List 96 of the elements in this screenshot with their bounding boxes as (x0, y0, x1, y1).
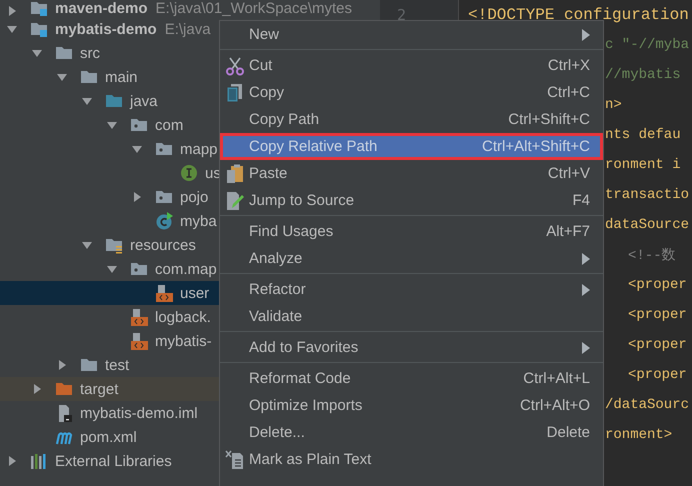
code-line: <proper (628, 307, 687, 323)
tree-item-label: resources (130, 236, 196, 254)
folder-icon (80, 68, 98, 86)
code-line: <!DOCTYPE configuration (468, 6, 689, 24)
expand-arrow-icon[interactable] (81, 239, 93, 251)
menu-item[interactable]: Mark as Plain Text (220, 446, 603, 473)
tree-item-label: main (105, 68, 138, 86)
class-icon (154, 212, 172, 230)
expand-arrow-icon[interactable] (6, 23, 18, 35)
code-line: ronment i (605, 157, 681, 173)
tree-item-label: com (155, 116, 184, 134)
menu-item[interactable]: Analyze (220, 245, 603, 272)
code-line: n> (605, 97, 622, 113)
xml-file-icon (154, 284, 172, 302)
menu-item[interactable]: Delete... Delete (220, 419, 603, 446)
menu-item[interactable]: Copy Ctrl+C (220, 79, 603, 106)
code-line: //mybatis (605, 67, 681, 83)
code-line: dataSource (605, 217, 690, 233)
shortcut-label: Ctrl+Shift+C (508, 111, 590, 128)
folder-icon (54, 44, 72, 62)
xml-file-icon (130, 332, 148, 350)
shortcut-label: F4 (572, 192, 590, 209)
menu-item[interactable]: Copy Path Ctrl+Shift+C (220, 106, 603, 133)
shortcut-label: Ctrl+Alt+Shift+C (482, 138, 590, 155)
module-path: E:\java\01_WorkSpace\mytes (156, 0, 352, 17)
tree-item-label: mybatis-demo.iml (80, 404, 198, 422)
code-line: ronment> (605, 427, 672, 443)
tree-item-label: com.map (155, 260, 217, 278)
package-icon (130, 116, 148, 134)
package-icon (130, 260, 148, 278)
expand-arrow-icon[interactable] (81, 95, 93, 107)
tree-item[interactable]: maven-demo E:\java\01_WorkSpace\mytes (0, 0, 380, 17)
code-line: /dataSourc (605, 397, 690, 413)
code-line: nts defau (605, 127, 681, 143)
shortcut-label: Ctrl+Alt+L (523, 370, 590, 387)
collapse-arrow-icon[interactable] (6, 455, 18, 467)
tree-item-label: test (105, 356, 130, 374)
copy-icon (224, 82, 244, 102)
tree-item-label: mapp (180, 140, 218, 158)
package-icon (154, 140, 172, 158)
tree-item-label: pojo (180, 188, 208, 206)
code-line: transactio (605, 187, 690, 203)
shortcut-label: Ctrl+V (548, 165, 590, 182)
collapse-arrow-icon[interactable] (131, 191, 143, 203)
menu-item[interactable]: Validate (220, 303, 603, 330)
clipboard-icon (224, 164, 244, 184)
tree-item-label: pom.xml (80, 428, 137, 446)
expand-arrow-icon[interactable] (56, 71, 68, 83)
code-line: <proper (628, 367, 687, 383)
code-line: c "-//myba (605, 37, 690, 53)
shortcut-label: Alt+F7 (546, 223, 590, 240)
code-line: <proper (628, 337, 687, 353)
shortcut-label: Ctrl+Alt+O (520, 397, 590, 414)
menu-item[interactable]: Add to Favorites (220, 334, 603, 361)
expand-arrow-icon[interactable] (106, 263, 118, 275)
tree-item-label: maven-demo (55, 0, 148, 17)
expand-arrow-icon[interactable] (31, 47, 43, 59)
tree-item-label: mybatis-demo (55, 20, 157, 38)
tree-item-label: user (180, 284, 210, 302)
tree-item-label: External Libraries (55, 452, 172, 470)
package-icon (154, 188, 172, 206)
collapse-arrow-icon[interactable] (6, 5, 18, 17)
expand-arrow-icon[interactable] (106, 119, 118, 131)
tree-item-label: src (80, 44, 100, 62)
tree-item-label: logback. (155, 308, 211, 326)
xml-file-icon (130, 308, 148, 326)
folder-icon (104, 92, 122, 110)
file-pencil-icon (224, 190, 244, 210)
shortcut-label: Ctrl+C (547, 84, 590, 101)
folder-icon (54, 380, 72, 398)
module-icon (30, 20, 48, 38)
scissors-icon (224, 56, 244, 76)
text-file-icon (224, 450, 244, 470)
folder-icon (104, 236, 122, 254)
tree-item-label: target (80, 380, 118, 398)
menu-item[interactable]: New (220, 21, 603, 48)
menu-item[interactable]: Cut Ctrl+X (220, 52, 603, 79)
collapse-arrow-icon[interactable] (56, 359, 68, 371)
expand-arrow-icon[interactable] (131, 143, 143, 155)
menu-item[interactable]: Jump to Source F4 (220, 187, 603, 214)
tree-item-label: java (130, 92, 158, 110)
tree-item-label: myba (180, 212, 217, 230)
shortcut-label: Delete (546, 424, 590, 441)
libraries-icon (30, 452, 48, 470)
menu-item[interactable]: Paste Ctrl+V (220, 160, 603, 187)
menu-item[interactable]: Copy Relative Path Ctrl+Alt+Shift+C (220, 133, 603, 160)
code-line: <proper (628, 277, 687, 293)
folder-icon (80, 356, 98, 374)
menu-item[interactable]: Find Usages Alt+F7 (220, 218, 603, 245)
shortcut-label: Ctrl+X (548, 57, 590, 74)
module-path: E:\java (164, 20, 211, 38)
module-icon (30, 0, 48, 17)
tree-item-label: mybatis- (155, 332, 212, 350)
code-line: <!--数 (628, 246, 676, 264)
interface-icon (180, 164, 198, 182)
collapse-arrow-icon[interactable] (31, 383, 43, 395)
